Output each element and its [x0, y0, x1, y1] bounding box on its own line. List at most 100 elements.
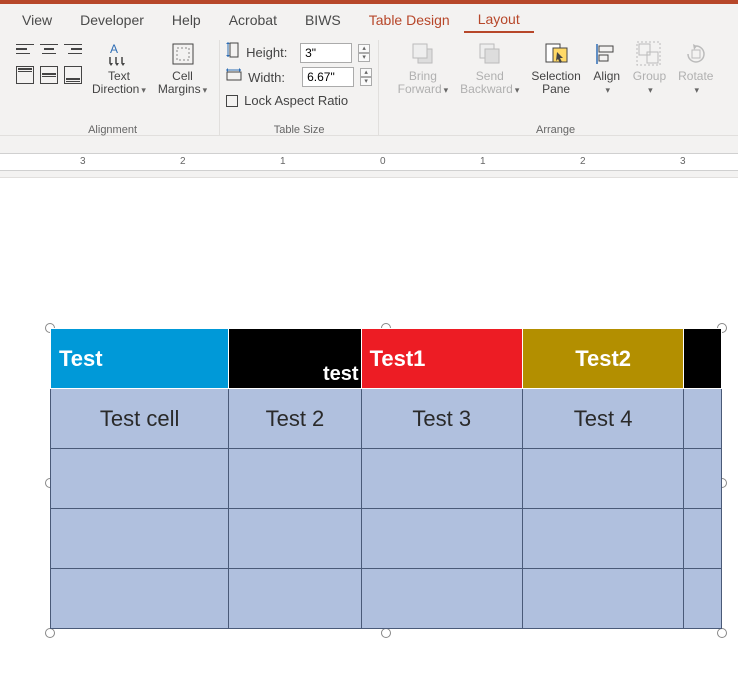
group-arrange: Bring Forward▾ Send Backward▾ Selection … [379, 40, 732, 136]
menu-help[interactable]: Help [158, 8, 215, 32]
slide-table[interactable]: Test test Test1 Test2 Test cell Test 2 T… [50, 328, 722, 629]
table-cell[interactable]: Test 3 [361, 389, 522, 449]
table-row [51, 449, 722, 509]
align-label: Align▾ [593, 70, 620, 96]
align-top-center-icon[interactable] [40, 42, 58, 56]
width-input[interactable] [302, 67, 354, 87]
table-cell[interactable] [51, 569, 229, 629]
table-cell[interactable] [522, 509, 683, 569]
table-cell[interactable] [361, 449, 522, 509]
table-cell[interactable] [684, 509, 722, 569]
table-header-row: Test test Test1 Test2 [51, 329, 722, 389]
ruler-mark: 3 [80, 156, 86, 167]
header-label: test [323, 363, 359, 386]
width-icon [226, 68, 242, 87]
ribbon: A Text Direction▾ Cell Margins▾ Alignmen… [0, 36, 738, 136]
selection-handle[interactable] [45, 628, 55, 638]
table-cell[interactable] [522, 449, 683, 509]
selection-handle[interactable] [717, 628, 727, 638]
valign-top-icon[interactable] [16, 66, 34, 84]
ruler-mark: 0 [380, 156, 386, 167]
table-cell[interactable] [361, 569, 522, 629]
cell-margins-label: Cell Margins▾ [158, 70, 207, 96]
group-alignment-label: Alignment [88, 122, 137, 136]
header-cell[interactable]: Test1 [361, 329, 522, 389]
cell-margins-button[interactable]: Cell Margins▾ [152, 40, 213, 96]
header-cell[interactable]: Test2 [522, 329, 683, 389]
send-backward-icon [476, 40, 504, 68]
table-cell[interactable]: Test 4 [522, 389, 683, 449]
align-top-right-icon[interactable] [64, 42, 82, 56]
send-backward-label: Send Backward▾ [460, 70, 519, 96]
table-cell[interactable] [684, 569, 722, 629]
group-button[interactable]: Group▾ [627, 40, 672, 96]
menu-view[interactable]: View [8, 8, 66, 32]
ruler-mark: 2 [180, 156, 186, 167]
horizontal-ruler[interactable]: 3 2 1 0 1 2 3 [0, 153, 738, 171]
header-cell[interactable]: Test [51, 329, 229, 389]
table-cell[interactable] [51, 509, 229, 569]
rotate-label: Rotate▾ [678, 70, 713, 96]
text-direction-button[interactable]: A Text Direction▾ [86, 40, 152, 96]
table-cell[interactable] [684, 449, 722, 509]
alignment-icon-grid [12, 40, 86, 84]
rotate-icon [682, 40, 710, 68]
slide-canvas[interactable]: Test test Test1 Test2 Test cell Test 2 T… [0, 178, 738, 691]
table-cell[interactable]: Test 2 [229, 389, 361, 449]
menu-biws[interactable]: BIWS [291, 8, 355, 32]
selection-pane-icon [542, 40, 570, 68]
ruler-mark: 1 [480, 156, 486, 167]
cell-margins-icon [169, 40, 197, 68]
align-button[interactable]: Align▾ [587, 40, 627, 96]
selection-pane-button[interactable]: Selection Pane [525, 40, 586, 96]
menu-layout[interactable]: Layout [464, 7, 534, 33]
group-table-size: Height: ▴▾ Width: ▴▾ Lock Aspect Ratio [220, 40, 379, 136]
table-cell[interactable] [229, 509, 361, 569]
menu-table-design[interactable]: Table Design [355, 8, 464, 32]
menu-bar: View Developer Help Acrobat BIWS Table D… [0, 4, 738, 36]
text-direction-icon: A [105, 40, 133, 68]
table-cell[interactable] [229, 449, 361, 509]
send-backward-button[interactable]: Send Backward▾ [454, 40, 525, 96]
height-input[interactable] [300, 43, 352, 63]
text-direction-label: Text Direction▾ [92, 70, 146, 96]
header-cell[interactable]: test [229, 329, 361, 389]
height-spinner[interactable]: ▴▾ [358, 44, 370, 62]
table-cell[interactable]: Test cell [51, 389, 229, 449]
header-cell[interactable] [684, 329, 722, 389]
lock-aspect-checkbox[interactable] [226, 95, 238, 107]
valign-middle-icon[interactable] [40, 66, 58, 84]
table-row [51, 569, 722, 629]
align-icon [593, 40, 621, 68]
lock-aspect-label: Lock Aspect Ratio [244, 93, 348, 108]
bring-forward-label: Bring Forward▾ [398, 70, 449, 96]
table-row: Test cell Test 2 Test 3 Test 4 [51, 389, 722, 449]
width-spinner[interactable]: ▴▾ [360, 68, 372, 86]
height-label: Height: [246, 45, 294, 60]
height-icon [226, 42, 240, 63]
table-cell[interactable] [361, 509, 522, 569]
ruler-area: 3 2 1 0 1 2 3 [0, 136, 738, 178]
table-row [51, 509, 722, 569]
group-table-size-label: Table Size [274, 122, 325, 136]
group-arrange-label: Arrange [536, 122, 575, 136]
table-cell[interactable] [229, 569, 361, 629]
menu-acrobat[interactable]: Acrobat [215, 8, 291, 32]
selection-handle[interactable] [381, 628, 391, 638]
align-top-left-icon[interactable] [16, 42, 34, 56]
svg-text:A: A [110, 42, 118, 56]
group-alignment: A Text Direction▾ Cell Margins▾ Alignmen… [6, 40, 220, 136]
table-cell[interactable] [684, 389, 722, 449]
table-cell[interactable] [522, 569, 683, 629]
ruler-mark: 2 [580, 156, 586, 167]
menu-developer[interactable]: Developer [66, 8, 158, 32]
bring-forward-button[interactable]: Bring Forward▾ [392, 40, 455, 96]
rotate-button[interactable]: Rotate▾ [672, 40, 719, 96]
valign-bottom-icon[interactable] [64, 66, 82, 84]
width-label: Width: [248, 70, 296, 85]
ruler-mark: 3 [680, 156, 686, 167]
bring-forward-icon [409, 40, 437, 68]
selection-pane-label: Selection Pane [531, 70, 580, 96]
group-icon [635, 40, 663, 68]
table-cell[interactable] [51, 449, 229, 509]
